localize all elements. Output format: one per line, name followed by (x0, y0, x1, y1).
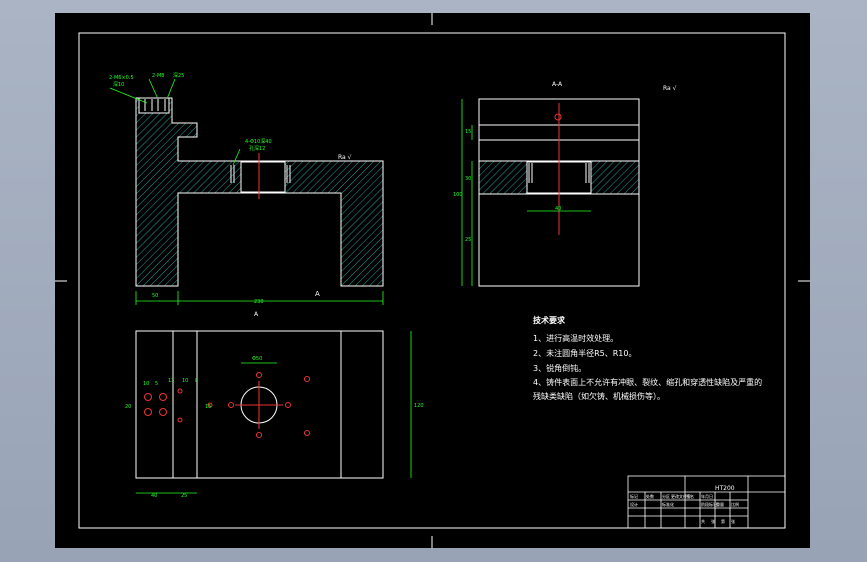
note-3: 2-M8 (152, 73, 164, 79)
top-dim-height: 120 (414, 403, 424, 409)
section-label: A-A (552, 81, 563, 88)
tech-req-title: 技术要求 (533, 316, 565, 325)
tb-scale-2: 张 (711, 518, 715, 524)
side-dim-2: 15 (205, 404, 211, 410)
material-label: HT200 (715, 485, 735, 492)
tb-label-5: 签名 (686, 493, 694, 499)
small-dim-4: 10 (182, 378, 188, 384)
tb-label-1: 标记 (630, 493, 638, 499)
tb-stage-3: 比例 (731, 501, 739, 507)
tb-label-2: 处数 (646, 493, 654, 499)
cad-drawing: 2-M6×0.5 深10 2-M8 深25 4-Φ10深40 孔深12 50 2… (55, 13, 810, 548)
side-dim-lower: 25 (465, 237, 471, 243)
inner-frame (78, 32, 786, 529)
view-arrow-label: A (315, 290, 320, 298)
tech-req-1: 1、进行高温时效处理。 (533, 334, 619, 343)
tb-label-3: 分区 (662, 493, 670, 499)
small-dim-3: 13 (168, 378, 174, 384)
top-dim-left2: 25 (181, 493, 187, 499)
side-dim-top: 15 (465, 129, 471, 135)
side-dim-1: 20 (125, 404, 131, 410)
tb-stage-2: 重量 (716, 501, 724, 507)
dim-bottom-total: 230 (254, 299, 264, 305)
side-view (461, 98, 640, 287)
note-1: 2-M6×0.5 (109, 75, 134, 81)
small-dim-1: 10 (143, 381, 149, 387)
tb-label-6: 年月日 (701, 493, 713, 499)
dim-bottom-left: 50 (152, 293, 158, 299)
note-2: 深10 (113, 81, 124, 88)
small-dim-5: 8 (195, 378, 198, 384)
front-view (109, 78, 384, 305)
drawing-sheet: 2-M6×0.5 深10 2-M8 深25 4-Φ10深40 孔深12 50 2… (55, 13, 810, 548)
tb-stage-1: 阶段标记 (701, 501, 717, 507)
roughness-symbol: Ra √ (338, 154, 352, 161)
note-4: 深25 (173, 72, 184, 79)
top-dim-bore: Φ50 (252, 356, 262, 362)
roughness-note: Ra √ (663, 85, 677, 92)
top-view-arrow: A (254, 311, 259, 318)
side-dim-hole: 40 (555, 206, 561, 212)
tech-req-5: 残缺类缺陷（如欠铸、机械损伤等）。 (533, 392, 665, 401)
top-dim-left: 40 (151, 493, 157, 499)
tech-req-2: 2、未注圆角半径R5、R10。 (533, 349, 637, 358)
tb-scale-4: 张 (731, 518, 735, 524)
tb-row2-2: 标准化 (662, 501, 674, 507)
tb-scale-3: 第 (721, 518, 725, 524)
side-dim-mid: 30 (465, 176, 471, 182)
hole-note-1: 4-Φ10深40 (245, 138, 272, 145)
hole-note-2: 孔深12 (249, 145, 265, 152)
side-dim-total: 100 (453, 192, 463, 198)
top-view (135, 330, 412, 494)
tb-scale-1: 共 (701, 518, 705, 524)
small-dim-2: 5 (155, 381, 158, 387)
tb-row2-1: 设计 (630, 501, 638, 507)
